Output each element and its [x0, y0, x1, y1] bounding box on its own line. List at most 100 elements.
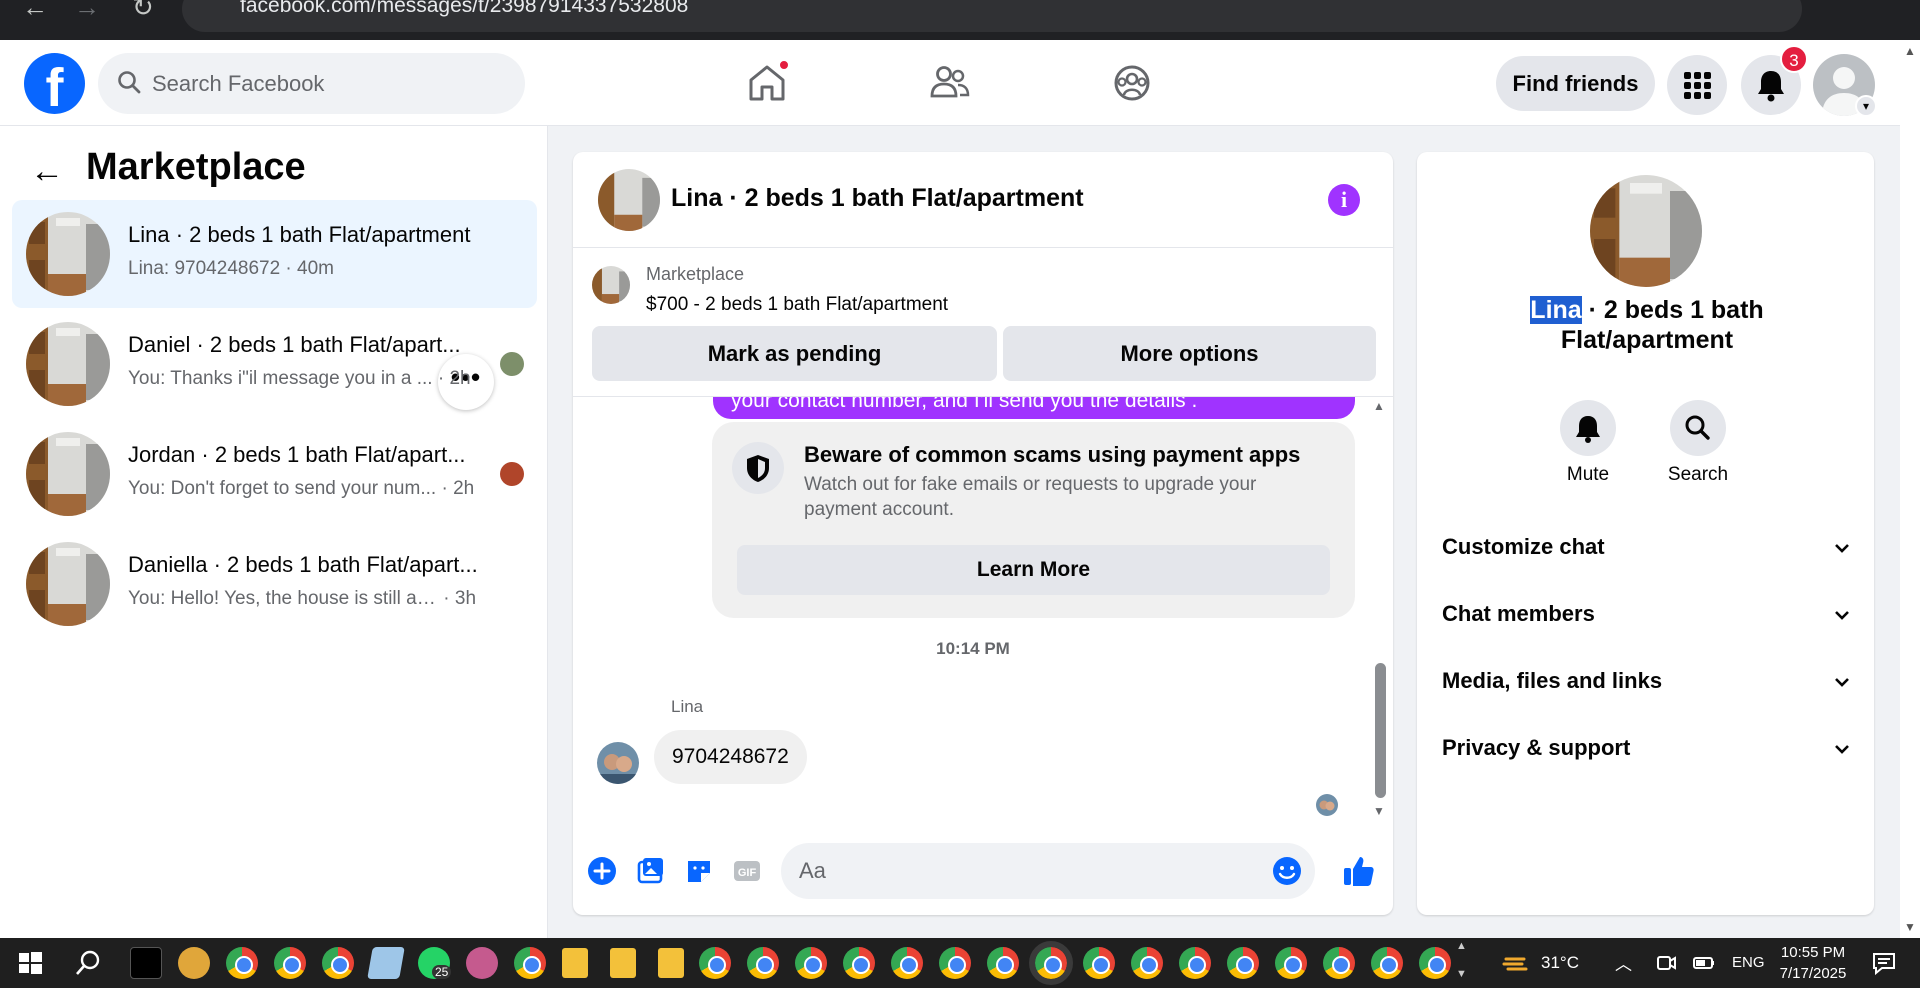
section-customize-chat[interactable]: Customize chat [1442, 524, 1852, 574]
weather-icon[interactable] [1500, 947, 1532, 979]
read-receipt-avatar [1316, 794, 1338, 816]
chat-thumbnail[interactable] [598, 169, 660, 231]
folder-icon[interactable] [610, 948, 636, 978]
mute-button[interactable] [1560, 400, 1616, 456]
message-input[interactable] [799, 843, 1239, 899]
chrome-icon[interactable] [1371, 947, 1403, 979]
windows-start-icon[interactable] [14, 947, 46, 979]
message-thread[interactable]: your contact number, and I'll send you t… [573, 397, 1393, 827]
emoji-icon[interactable] [1271, 855, 1303, 887]
chat-title[interactable]: Lina · 2 beds 1 bath Flat/apartment [671, 184, 1084, 213]
chrome-icon[interactable] [1323, 947, 1355, 979]
learn-more-button[interactable]: Learn More [737, 545, 1330, 595]
friends-icon[interactable] [925, 58, 975, 108]
chrome-icon[interactable] [843, 947, 875, 979]
chrome-icon[interactable] [891, 947, 923, 979]
weather-temperature[interactable]: 31°C [1541, 953, 1579, 973]
search-icon[interactable] [72, 947, 104, 979]
chrome-icon[interactable] [226, 947, 258, 979]
back-icon[interactable]: ← [22, 0, 48, 23]
page-scroll-up-icon[interactable]: ▲ [1904, 44, 1916, 58]
groups-icon[interactable] [1107, 58, 1157, 108]
find-friends-button[interactable]: Find friends [1496, 56, 1655, 111]
meet-icon[interactable] [1654, 951, 1678, 975]
reload-icon[interactable]: ↻ [132, 0, 154, 23]
app-icon[interactable] [130, 947, 162, 979]
search-conversation-button[interactable] [1670, 400, 1726, 456]
scroll-down-icon[interactable]: ▼ [1373, 804, 1385, 818]
message-input-box[interactable] [781, 843, 1315, 899]
folder-icon[interactable] [562, 948, 588, 978]
forward-icon[interactable]: → [74, 0, 100, 23]
received-message-bubble[interactable]: 9704248672 [654, 730, 807, 784]
search-box[interactable] [98, 53, 525, 114]
chrome-icon[interactable] [795, 947, 827, 979]
search-label: Search [1667, 464, 1729, 485]
app-icon[interactable] [466, 947, 498, 979]
conversation-preview: You: Hello! Yes, the house is still avai… [128, 588, 477, 609]
conversation-item-daniella[interactable]: Daniella · 2 beds 1 bath Flat/apart... Y… [12, 530, 537, 638]
chrome-icon-active[interactable] [1029, 941, 1073, 985]
chrome-icon[interactable] [747, 947, 779, 979]
clock[interactable]: 10:55 PM 7/17/2025 [1778, 942, 1848, 984]
section-media-files-links[interactable]: Media, files and links [1442, 658, 1852, 708]
chrome-icon[interactable] [1419, 947, 1451, 979]
conversation-name: Daniella · 2 beds 1 bath Flat/apart... [128, 552, 478, 577]
more-options-button[interactable]: More options [1003, 326, 1376, 381]
url-text[interactable]: facebook.com/messages/t/2398791433753280… [240, 0, 688, 18]
sender-avatar[interactable] [597, 742, 639, 784]
account-chevron-icon[interactable]: ▾ [1855, 95, 1877, 117]
info-icon[interactable]: i [1328, 184, 1360, 216]
chrome-icon[interactable] [274, 947, 306, 979]
search-input[interactable] [152, 53, 512, 114]
chevron-down-icon [1835, 745, 1849, 754]
facebook-logo[interactable]: f [24, 53, 85, 114]
chrome-icon[interactable] [939, 947, 971, 979]
listing-title[interactable]: $700 - 2 beds 1 bath Flat/apartment [646, 294, 948, 316]
section-chat-members[interactable]: Chat members [1442, 591, 1852, 641]
listing-thumbnail[interactable] [592, 266, 630, 304]
battery-icon[interactable] [1692, 951, 1716, 975]
chrome-icon[interactable] [1227, 947, 1259, 979]
bell-icon [1576, 416, 1600, 443]
conversation-item-lina[interactable]: Lina · 2 beds 1 bath Flat/apartment Lina… [12, 200, 537, 308]
mark-as-pending-button[interactable]: Mark as pending [592, 326, 997, 381]
photo-icon[interactable] [635, 855, 667, 887]
back-arrow-icon[interactable]: ← [30, 152, 64, 191]
scroll-up-icon[interactable]: ▲ [1373, 399, 1385, 413]
chrome-icon[interactable] [1275, 947, 1307, 979]
chrome-icon[interactable] [322, 947, 354, 979]
app-icon[interactable] [178, 947, 210, 979]
conversation-item-jordan[interactable]: Jordan · 2 beds 1 bath Flat/apart... You… [12, 420, 537, 528]
taskbar-scroll-up-icon[interactable]: ▲ [1456, 940, 1467, 952]
chrome-icon[interactable] [699, 947, 731, 979]
chat-scrollbar-thumb[interactable] [1375, 663, 1386, 798]
sticker-icon[interactable] [683, 855, 715, 887]
plus-circle-icon[interactable] [586, 855, 618, 887]
language-indicator[interactable]: ENG [1732, 954, 1765, 971]
thumbs-up-icon[interactable] [1341, 853, 1377, 889]
notepad-icon[interactable] [367, 947, 405, 979]
chrome-icon[interactable] [514, 947, 546, 979]
page-scrollbar[interactable]: ▲ ▼ [1900, 40, 1920, 938]
folder-icon[interactable] [658, 948, 684, 978]
chrome-icon[interactable] [1083, 947, 1115, 979]
chrome-icon[interactable] [1131, 947, 1163, 979]
chevron-down-icon [1835, 544, 1849, 553]
mute-label: Mute [1566, 464, 1610, 485]
notification-center-icon[interactable] [1868, 947, 1900, 979]
menu-button[interactable] [1667, 55, 1727, 115]
conversation-item-daniel[interactable]: Daniel · 2 beds 1 bath Flat/apart... You… [12, 310, 537, 418]
chrome-icon[interactable] [987, 947, 1019, 979]
listing-avatar-large[interactable] [1590, 175, 1702, 287]
section-privacy-support[interactable]: Privacy & support [1442, 725, 1852, 775]
gif-icon[interactable]: GIF [731, 855, 763, 887]
message-composer: GIF [573, 827, 1393, 915]
conversation-name-large: Lina · 2 beds 1 bath Flat/apartment [1530, 296, 1764, 354]
tray-chevron-icon[interactable]: ︿ [1615, 950, 1632, 975]
taskbar-scroll-down-icon[interactable]: ▼ [1456, 968, 1467, 980]
conversation-preview: Lina: 9704248672 · 40m [128, 258, 335, 279]
chrome-icon[interactable] [1179, 947, 1211, 979]
scam-warning-title: Beware of common scams using payment app… [804, 442, 1301, 467]
page-scroll-down-icon[interactable]: ▼ [1904, 920, 1916, 934]
